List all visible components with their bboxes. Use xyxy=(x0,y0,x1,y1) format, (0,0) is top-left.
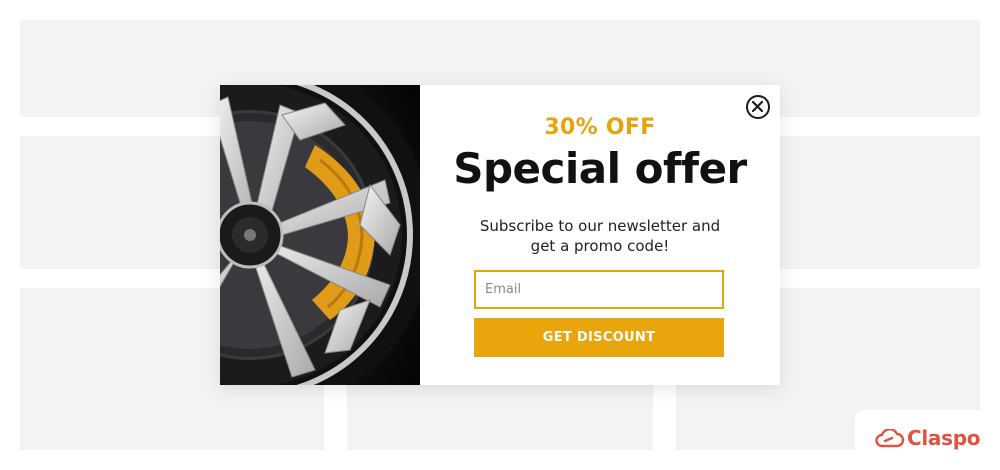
popup-image xyxy=(220,85,420,385)
close-icon xyxy=(752,101,763,112)
cloud-link-icon xyxy=(875,429,905,448)
brand-name: Claspo xyxy=(907,426,981,450)
popup-subtitle: Subscribe to our newsletter and get a pr… xyxy=(479,217,721,255)
get-discount-button[interactable]: GET DISCOUNT xyxy=(474,318,724,357)
discount-label: 30% OFF xyxy=(544,115,656,140)
email-field[interactable] xyxy=(474,270,724,309)
brand-badge[interactable]: Claspo xyxy=(855,410,1000,470)
car-wheel-image xyxy=(220,85,420,385)
popup-title: Special offer xyxy=(453,144,747,193)
promo-popup: 30% OFF Special offer Subscribe to our n… xyxy=(220,85,780,385)
popup-content: 30% OFF Special offer Subscribe to our n… xyxy=(420,85,780,385)
